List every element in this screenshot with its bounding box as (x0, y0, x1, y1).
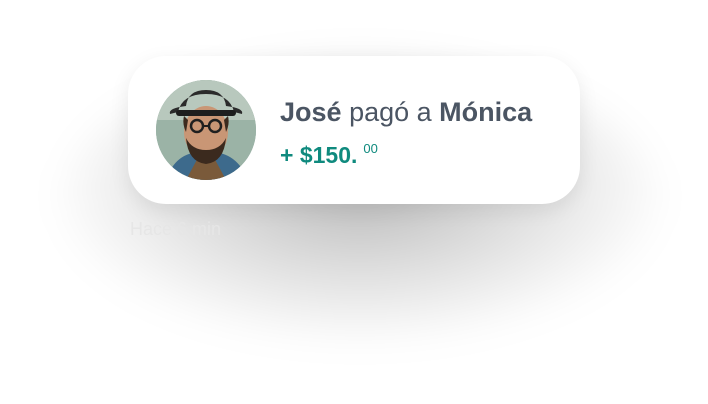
payment-notification-card[interactable]: José pagó a Mónica + $150. 00 (128, 56, 580, 204)
payment-amount: + $150. 00 (280, 134, 532, 170)
notification-timestamp: Hace 6 min (130, 219, 222, 239)
amount-main: + $150. (280, 142, 358, 168)
notification-headline: José pagó a Mónica (280, 94, 532, 130)
payer-name: José (280, 97, 342, 127)
payment-verb: pagó a (349, 97, 432, 127)
payee-name: Mónica (439, 97, 533, 127)
user-photo-icon (156, 80, 256, 180)
notification-text: José pagó a Mónica + $150. 00 (280, 94, 532, 170)
amount-cents: 00 (363, 141, 378, 156)
avatar (156, 80, 256, 180)
